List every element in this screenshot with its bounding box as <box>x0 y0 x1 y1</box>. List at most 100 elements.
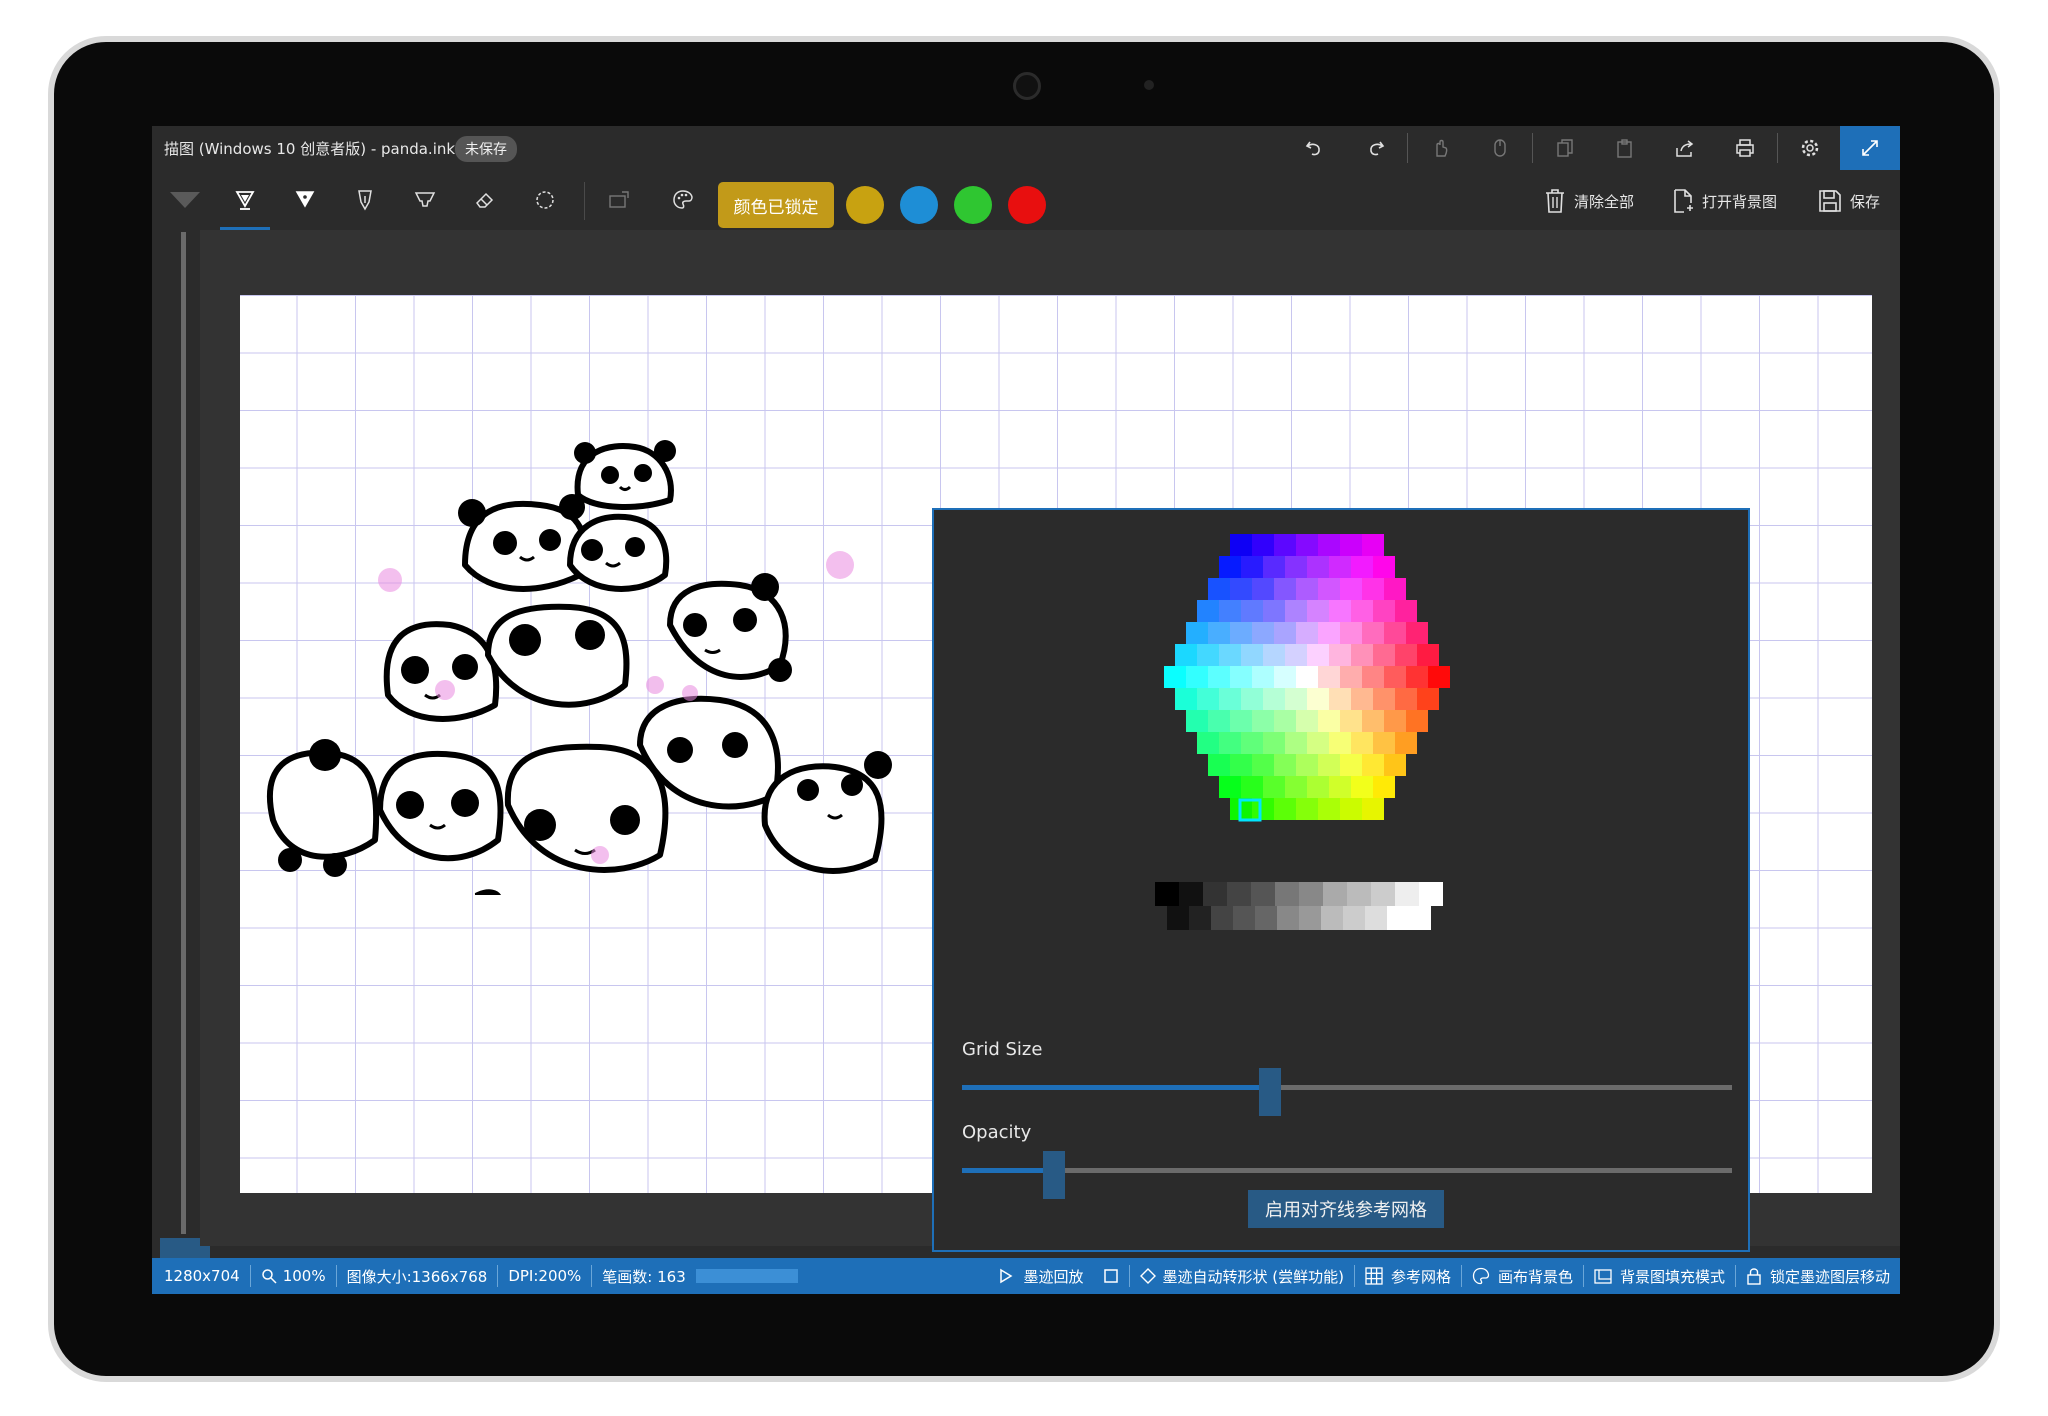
color-cell[interactable] <box>1384 622 1406 644</box>
grey-cell[interactable] <box>1299 906 1321 930</box>
grey-cell[interactable] <box>1371 882 1395 906</box>
color-hexagon[interactable] <box>1142 526 1472 946</box>
save-button[interactable]: 保存 <box>1818 184 1880 218</box>
color-cell[interactable] <box>1208 754 1230 776</box>
lasso-tool-button[interactable] <box>516 170 574 230</box>
grey-cell[interactable] <box>1387 906 1409 930</box>
open-background-button[interactable]: 打开背景图 <box>1672 184 1777 218</box>
color-cell[interactable] <box>1241 732 1263 754</box>
color-cell[interactable] <box>1241 644 1263 666</box>
mouse-draw-button[interactable] <box>1470 126 1530 170</box>
grey-cell[interactable] <box>1419 882 1443 906</box>
canvas-bg-color-button[interactable]: 画布背景色 <box>1462 1266 1583 1287</box>
color-cell[interactable] <box>1274 578 1296 600</box>
color-cell[interactable] <box>1263 776 1285 798</box>
color-cell[interactable] <box>1230 754 1252 776</box>
color-cell[interactable] <box>1296 534 1318 556</box>
color-cell[interactable] <box>1373 688 1395 710</box>
color-cell[interactable] <box>1340 710 1362 732</box>
color-cell[interactable] <box>1164 666 1186 688</box>
color-cell[interactable] <box>1384 578 1406 600</box>
opacity-thumb[interactable] <box>1043 1151 1066 1199</box>
color-cell[interactable] <box>1318 622 1340 644</box>
clear-all-button[interactable]: 清除全部 <box>1544 184 1634 218</box>
grey-cell[interactable] <box>1233 906 1255 930</box>
grey-cell[interactable] <box>1395 882 1419 906</box>
color-cell[interactable] <box>1329 732 1351 754</box>
color-cell[interactable] <box>1329 776 1351 798</box>
color-cell[interactable] <box>1351 688 1373 710</box>
color-cell[interactable] <box>1208 578 1230 600</box>
color-cell[interactable] <box>1373 644 1395 666</box>
shape-tool-button[interactable] <box>590 170 648 230</box>
color-cell[interactable] <box>1197 600 1219 622</box>
color-cell[interactable] <box>1428 666 1450 688</box>
color-cell[interactable] <box>1285 556 1307 578</box>
color-cell[interactable] <box>1241 776 1263 798</box>
color-cell[interactable] <box>1252 666 1274 688</box>
color-cell[interactable] <box>1362 754 1384 776</box>
color-cell[interactable] <box>1307 644 1329 666</box>
lock-layer-toggle[interactable]: 锁定墨迹图层移动 <box>1736 1266 1900 1287</box>
color-cell[interactable] <box>1219 688 1241 710</box>
color-cell[interactable] <box>1197 644 1219 666</box>
color-cell[interactable] <box>1274 666 1296 688</box>
color-cell[interactable] <box>1307 776 1329 798</box>
color-cell[interactable] <box>1285 644 1307 666</box>
color-cell[interactable] <box>1362 578 1384 600</box>
grey-cell[interactable] <box>1299 882 1323 906</box>
color-cell[interactable] <box>1329 644 1351 666</box>
color-cell[interactable] <box>1252 534 1274 556</box>
color-cell[interactable] <box>1351 600 1373 622</box>
color-cell[interactable] <box>1318 710 1340 732</box>
color-cell[interactable] <box>1362 798 1384 820</box>
color-cell[interactable] <box>1395 600 1417 622</box>
color-cell[interactable] <box>1351 644 1373 666</box>
color-cell[interactable] <box>1296 578 1318 600</box>
color-cell[interactable] <box>1296 798 1318 820</box>
grid-size-thumb[interactable] <box>1259 1068 1281 1116</box>
color-cell[interactable] <box>1219 600 1241 622</box>
color-cell[interactable] <box>1318 754 1340 776</box>
color-cell[interactable] <box>1274 798 1296 820</box>
color-cell[interactable] <box>1230 622 1252 644</box>
swatch-gold[interactable] <box>846 186 884 224</box>
color-cell[interactable] <box>1329 688 1351 710</box>
color-cell[interactable] <box>1318 798 1340 820</box>
color-cell[interactable] <box>1296 622 1318 644</box>
color-cell[interactable] <box>1340 578 1362 600</box>
color-cell[interactable] <box>1230 578 1252 600</box>
color-cell[interactable] <box>1307 556 1329 578</box>
eraser-tool-button[interactable] <box>456 170 514 230</box>
color-cell[interactable] <box>1285 776 1307 798</box>
color-cell[interactable] <box>1351 776 1373 798</box>
color-cell[interactable] <box>1274 622 1296 644</box>
grey-cell[interactable] <box>1203 882 1227 906</box>
grey-cell[interactable] <box>1189 906 1211 930</box>
undo-button[interactable] <box>1285 126 1345 170</box>
share-button[interactable] <box>1655 126 1715 170</box>
color-cell[interactable] <box>1373 776 1395 798</box>
reference-grid-toggle[interactable]: 参考网格 <box>1355 1266 1461 1287</box>
redo-button[interactable] <box>1345 126 1405 170</box>
swatch-green[interactable] <box>954 186 992 224</box>
color-cell[interactable] <box>1208 710 1230 732</box>
color-cell[interactable] <box>1197 732 1219 754</box>
color-cell[interactable] <box>1417 644 1439 666</box>
color-cell[interactable] <box>1395 688 1417 710</box>
color-cell[interactable] <box>1307 732 1329 754</box>
color-cell[interactable] <box>1230 666 1252 688</box>
color-cell[interactable] <box>1373 600 1395 622</box>
color-cell[interactable] <box>1417 688 1439 710</box>
grid-size-slider[interactable] <box>962 1068 1732 1116</box>
color-cell[interactable] <box>1252 754 1274 776</box>
ink-playback-button[interactable]: 墨迹回放 <box>989 1266 1093 1287</box>
color-cell[interactable] <box>1230 534 1252 556</box>
color-cell[interactable] <box>1208 622 1230 644</box>
color-cell[interactable] <box>1241 600 1263 622</box>
copy-button[interactable] <box>1535 126 1595 170</box>
color-cell[interactable] <box>1274 754 1296 776</box>
color-cell[interactable] <box>1296 754 1318 776</box>
settings-button[interactable] <box>1780 126 1840 170</box>
color-cell[interactable] <box>1263 688 1285 710</box>
